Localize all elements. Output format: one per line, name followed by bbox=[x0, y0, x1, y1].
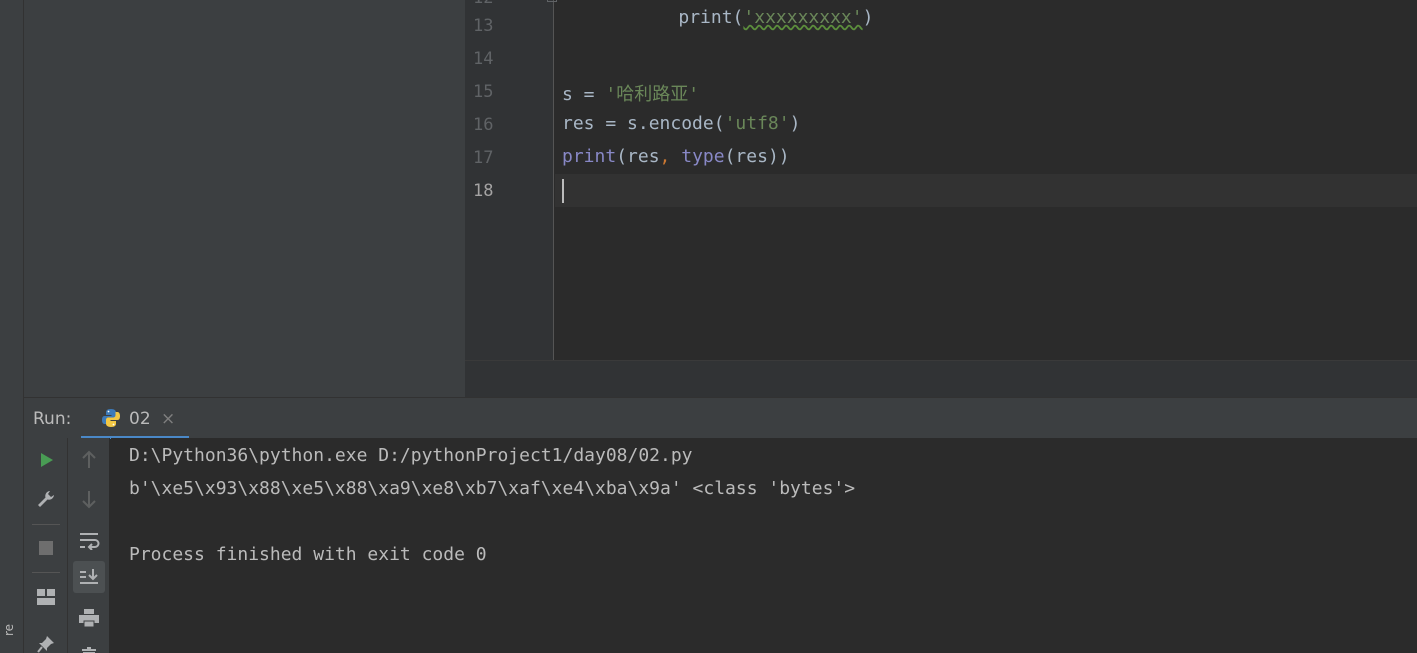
run-label: Run: bbox=[33, 409, 72, 429]
console-line: D:\Python36\python.exe D:/pythonProject1… bbox=[129, 445, 693, 466]
soft-wrap-button[interactable] bbox=[73, 524, 105, 556]
restore-layout-button[interactable] bbox=[30, 581, 62, 613]
line-number: 14 bbox=[473, 49, 494, 69]
next-occurrence-button[interactable] bbox=[73, 483, 105, 515]
code-token-builtin: print bbox=[562, 146, 617, 167]
code-token-args: (res bbox=[616, 146, 660, 167]
code-line-12[interactable]: print('xxxxxxxxx') bbox=[635, 0, 873, 49]
arrow-up-icon bbox=[82, 450, 96, 468]
code-line-16[interactable]: res = s.encode('utf8') bbox=[562, 113, 800, 134]
pin-icon bbox=[37, 636, 54, 653]
print-button[interactable] bbox=[73, 602, 105, 634]
close-icon[interactable]: × bbox=[161, 409, 175, 429]
stop-button[interactable] bbox=[30, 532, 62, 564]
code-line-15[interactable]: s = '哈利路亚' bbox=[562, 80, 699, 106]
code-token-string: 'utf8' bbox=[724, 113, 790, 134]
text-caret bbox=[562, 179, 564, 203]
code-token: print( bbox=[678, 7, 744, 28]
tab-run-02[interactable]: 02 × bbox=[81, 398, 189, 439]
arrow-down-icon bbox=[82, 491, 96, 509]
code-line-17[interactable]: print(res, type(res)) bbox=[562, 146, 790, 167]
structure-tab-label[interactable]: re bbox=[2, 624, 16, 636]
left-tool-strip: re bbox=[0, 0, 24, 653]
run-toolbar-primary bbox=[24, 438, 68, 653]
layout-icon bbox=[37, 589, 55, 605]
run-tool-window-header: Run: 02 × bbox=[24, 397, 1417, 439]
soft-wrap-icon bbox=[80, 533, 100, 550]
current-line-highlight bbox=[555, 174, 1417, 207]
tab-label: 02 bbox=[129, 409, 151, 429]
code-token-var: s bbox=[562, 84, 573, 105]
clear-all-button[interactable] bbox=[73, 640, 105, 653]
code-token-builtin: type bbox=[681, 146, 725, 167]
editor-footer bbox=[465, 360, 1417, 397]
code-token-op: = bbox=[594, 113, 628, 134]
code-token-args: (res)) bbox=[724, 146, 790, 167]
stop-icon bbox=[39, 541, 53, 555]
pin-tab-button[interactable] bbox=[30, 628, 62, 653]
toolbar-separator bbox=[32, 572, 60, 573]
run-console-output[interactable]: D:\Python36\python.exe D:/pythonProject1… bbox=[111, 438, 1417, 653]
line-number: 13 bbox=[473, 16, 494, 36]
edit-configuration-button[interactable] bbox=[30, 483, 62, 515]
run-toolbar-secondary bbox=[68, 438, 110, 653]
line-number: 12 bbox=[473, 0, 513, 8]
project-panel bbox=[24, 0, 465, 397]
code-token: ) bbox=[862, 7, 874, 28]
line-number: 16 bbox=[473, 115, 494, 135]
code-token-call: s.encode( bbox=[627, 113, 725, 134]
run-icon bbox=[41, 453, 53, 467]
python-icon bbox=[102, 409, 120, 427]
wrench-icon bbox=[38, 491, 54, 507]
scroll-to-end-button[interactable] bbox=[73, 561, 105, 593]
line-number: 17 bbox=[473, 148, 494, 168]
line-number: 15 bbox=[473, 82, 494, 102]
fold-marker-icon[interactable] bbox=[547, 0, 557, 2]
code-token-comma: , bbox=[659, 146, 671, 167]
line-number-current: 18 bbox=[473, 181, 494, 201]
toolbar-separator bbox=[32, 524, 60, 525]
previous-occurrence-button[interactable] bbox=[73, 444, 105, 476]
console-line: Process finished with exit code 0 bbox=[129, 544, 487, 565]
trash-icon bbox=[82, 647, 96, 653]
rerun-button[interactable] bbox=[30, 444, 62, 476]
code-token-var: res bbox=[562, 113, 595, 134]
scroll-to-end-icon bbox=[80, 569, 98, 584]
code-editor[interactable]: 12 13 14 15 16 17 18 print('xxxxxxxxx') … bbox=[465, 0, 1417, 360]
code-token-string: 'xxxxxxxxx' bbox=[743, 7, 863, 28]
code-token-string: '哈利路亚' bbox=[605, 84, 700, 105]
code-token-paren: ) bbox=[789, 113, 801, 134]
code-token-op: = bbox=[572, 84, 606, 105]
print-icon bbox=[79, 609, 99, 628]
console-line: b'\xe5\x93\x88\xe5\x88\xa9\xe8\xb7\xaf\x… bbox=[129, 478, 856, 499]
